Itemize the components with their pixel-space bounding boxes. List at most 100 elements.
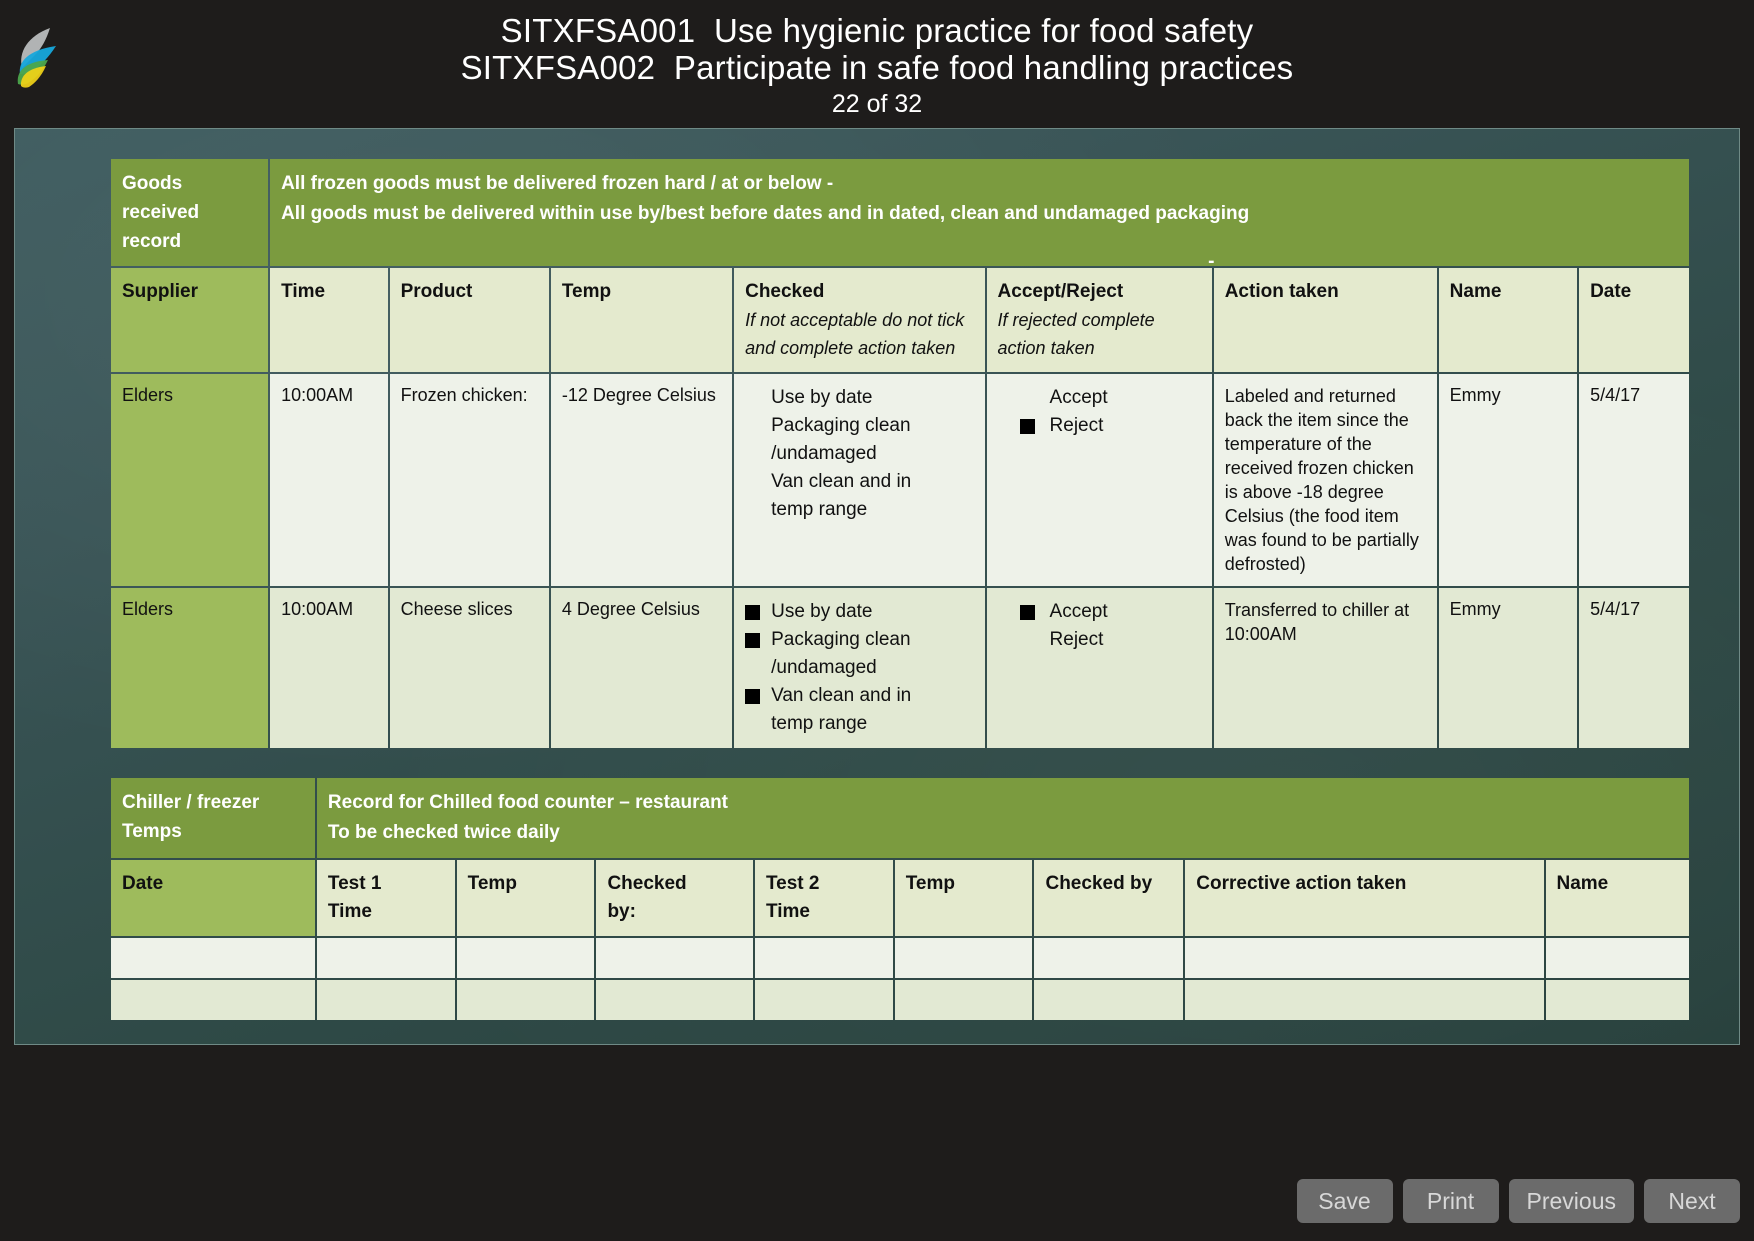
previous-button[interactable]: Previous [1508,1179,1634,1223]
checkbox-item[interactable]: /undamaged [745,440,974,468]
slide-canvas: Goods received record All frozen goods m… [14,128,1740,1045]
goods-banner-line-1: All frozen goods must be delivered froze… [281,173,834,194]
column-header-time: Time [270,268,388,372]
goods-received-record-table: Goods received record All frozen goods m… [109,157,1691,750]
next-button[interactable]: Next [1644,1179,1740,1223]
accept-reject-list[interactable]: Accept Reject [998,384,1202,440]
cell-accept-reject[interactable]: Accept Reject [986,588,1212,748]
goods-banner-label: Goods received record [111,159,269,266]
reject-option[interactable]: Reject [1019,412,1202,440]
cell-date [111,980,315,1020]
checkbox-item[interactable]: temp range [745,496,974,524]
cell-time: 10:00AM [270,374,388,586]
table-row[interactable] [111,980,1689,1020]
app-header: SITXFSA001 Use hygienic practice for foo… [0,0,1754,128]
chiller-freezer-temps-table: Chiller / freezer Temps Record for Chill… [109,776,1691,1022]
column-header-checked: Checked If not acceptable do not tick an… [734,268,985,372]
cell-test1-time[interactable] [316,980,455,1020]
cell-test1-time[interactable] [316,938,455,978]
cell-checked[interactable]: Use by date Packaging clean /undamaged V… [734,374,985,586]
column-header-name: Name [1438,268,1578,372]
cell-action-taken: Transferred to chiller at 10:00AM [1213,588,1437,748]
accept-option[interactable]: Accept [1020,384,1202,412]
cell-name: Emmy [1438,588,1578,748]
cell-temp-2[interactable] [894,980,1033,1020]
checked-checklist[interactable]: Use by date Packaging clean /undamaged V… [745,384,974,524]
checkbox-item[interactable]: Packaging clean [745,626,974,654]
checked-checklist[interactable]: Use by date Packaging clean /undamaged V… [745,598,974,738]
cell-checked-by-2[interactable] [1034,938,1184,978]
checkbox-filled-icon [1019,605,1035,620]
cell-action-taken: Labeled and returned back the item since… [1213,374,1437,586]
column-header-action-taken: Action taken [1213,268,1437,372]
column-header-checked-by-2: Checked by [1034,860,1184,936]
course-title-line-1: SITXFSA001 Use hygienic practice for foo… [500,12,1254,49]
chiller-banner-row: Chiller / freezer Temps Record for Chill… [111,778,1689,858]
goods-column-header-row: Supplier Time Product Temp Checked If no… [111,268,1689,372]
column-header-accept-reject: Accept/Reject If rejected complete actio… [986,268,1212,372]
checkbox-item[interactable]: /undamaged [745,654,974,682]
table-row: Elders 10:00AM Frozen chicken: -12 Degre… [111,374,1689,586]
table-spacer [39,750,1715,776]
cell-accept-reject[interactable]: Accept Reject [986,374,1212,586]
column-header-temp-2: Temp [894,860,1033,936]
cell-product: Frozen chicken: [389,374,549,586]
cell-temp-1[interactable] [456,980,595,1020]
cell-temp: 4 Degree Celsius [550,588,733,748]
cell-temp-2[interactable] [894,938,1033,978]
table-row[interactable] [111,938,1689,978]
column-header-temp-1: Temp [456,860,595,936]
column-header-test1-time: Test 1 Time [316,860,455,936]
cell-supplier: Elders [111,374,269,586]
course-title-line-2: SITXFSA002 Participate in safe food hand… [460,49,1294,86]
cell-checked[interactable]: Use by date Packaging clean /undamaged V… [734,588,985,748]
goods-banner-trailing-dash: - [1208,251,1215,272]
chiller-column-header-row: Date Test 1 Time Temp Checked by: Test 2… [111,860,1689,936]
cell-supplier: Elders [111,588,269,748]
cell-corrective-action-taken[interactable] [1185,938,1544,978]
cell-name: Emmy [1438,374,1578,586]
chiller-banner-label: Chiller / freezer Temps [111,778,315,858]
accept-reject-list[interactable]: Accept Reject [998,598,1202,654]
header-titles: SITXFSA001 Use hygienic practice for foo… [0,0,1754,120]
cell-name-2[interactable] [1545,980,1689,1020]
cell-temp: -12 Degree Celsius [550,374,733,586]
cell-temp-1[interactable] [456,938,595,978]
checkbox-item[interactable]: Van clean and in [745,682,974,710]
checkbox-filled-icon [1019,419,1035,434]
column-header-corrective-action-taken: Corrective action taken [1185,860,1544,936]
cell-test2-time[interactable] [754,938,893,978]
column-header-product: Product [389,268,549,372]
cell-checked-by-2[interactable] [1034,980,1184,1020]
goods-banner-line-2: All goods must be delivered within use b… [281,203,1250,224]
cell-name-2[interactable] [1545,938,1689,978]
chiller-banner-body: Record for Chilled food counter – restau… [316,778,1689,858]
cell-time: 10:00AM [270,588,388,748]
checkbox-filled-icon [745,689,761,704]
checkbox-filled-icon [745,605,761,620]
column-header-date: Date [111,860,315,936]
slide-counter: 22 of 32 [831,90,923,118]
checkbox-item[interactable]: Packaging clean [745,412,974,440]
checkbox-item[interactable]: Use by date [745,598,974,626]
checkbox-item[interactable]: Use by date [745,384,974,412]
column-header-checked-by-1: Checked by: [596,860,753,936]
chiller-banner-line-2: To be checked twice daily [327,822,560,843]
column-header-supplier: Supplier [111,268,269,372]
cell-product: Cheese slices [389,588,549,748]
cell-test2-time[interactable] [754,980,893,1020]
column-header-date: Date [1579,268,1689,372]
checkbox-item[interactable]: Van clean and in [745,468,974,496]
footer-toolbar: Save Print Previous Next [0,1051,1754,1241]
checkbox-filled-icon [745,633,761,648]
reject-option[interactable]: Reject [1020,626,1202,654]
print-button[interactable]: Print [1402,1179,1499,1223]
save-button[interactable]: Save [1296,1179,1393,1223]
cell-corrective-action-taken[interactable] [1185,980,1544,1020]
checkbox-item[interactable]: temp range [745,710,974,738]
column-header-test2-time: Test 2 Time [754,860,893,936]
cell-checked-by-1[interactable] [596,938,753,978]
cell-checked-by-1[interactable] [596,980,753,1020]
accept-option[interactable]: Accept [1019,598,1202,626]
goods-banner-body: All frozen goods must be delivered froze… [270,159,1689,272]
